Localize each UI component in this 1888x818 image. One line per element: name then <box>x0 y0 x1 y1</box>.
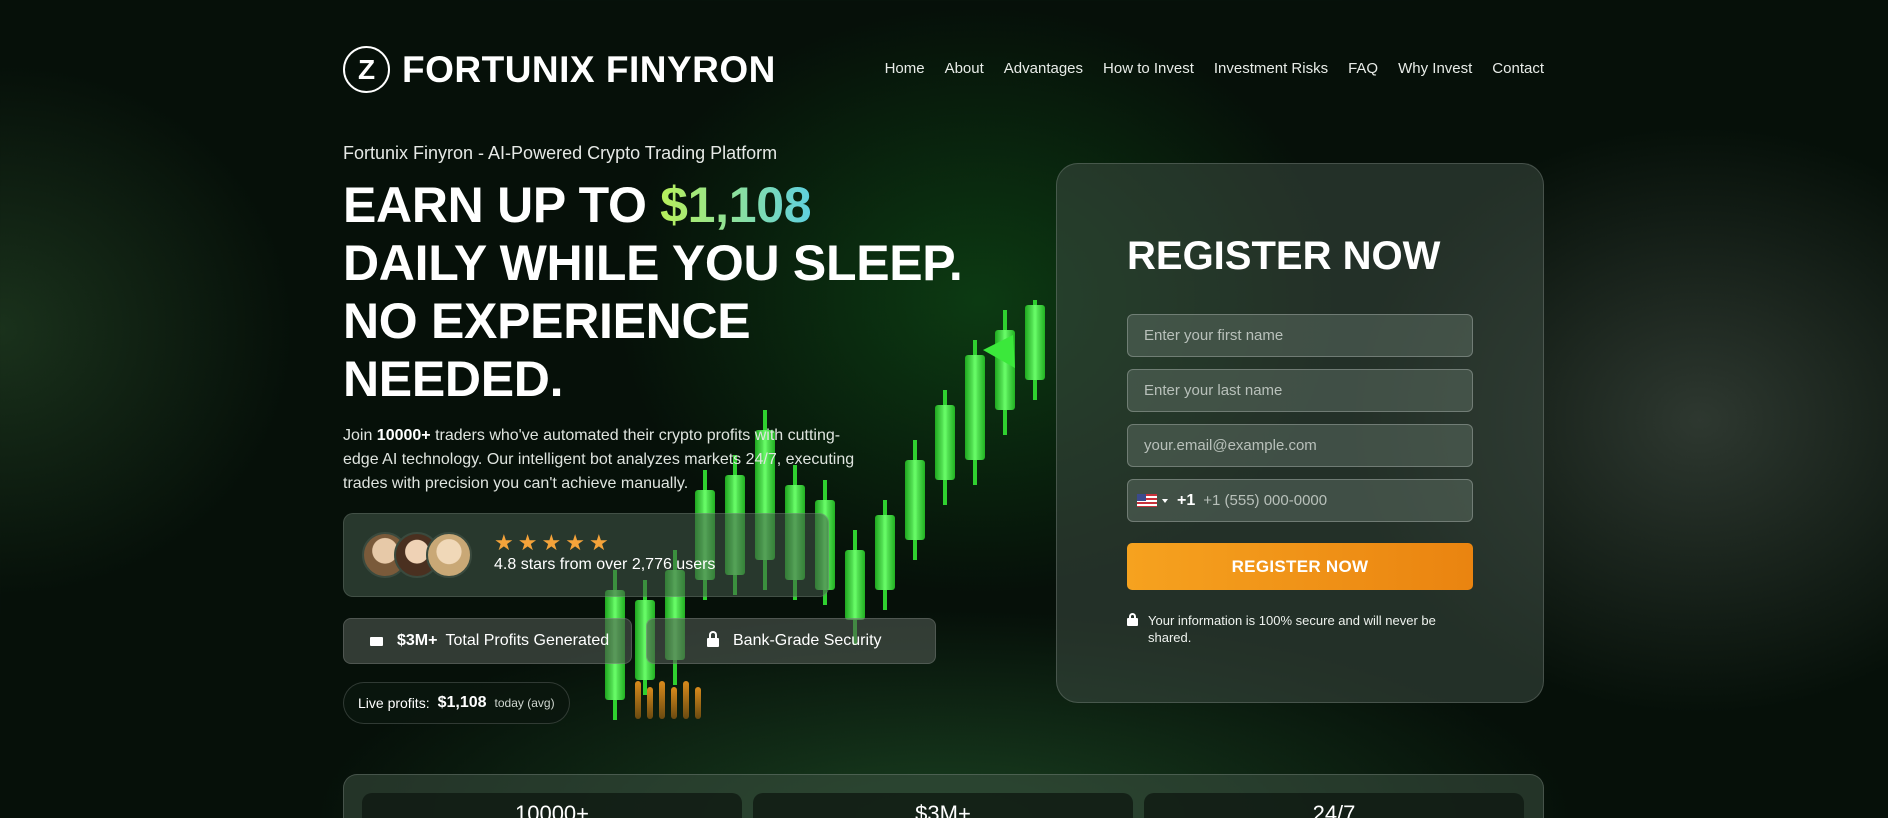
secure-note: Your information is 100% secure and will… <box>1127 612 1457 646</box>
register-form: REGISTER NOW +1 REGISTER NOW Your inform… <box>1056 163 1544 703</box>
nav-faq[interactable]: FAQ <box>1348 60 1378 77</box>
nav-why-invest[interactable]: Why Invest <box>1398 60 1472 77</box>
trader-count: 10000+ <box>376 427 431 444</box>
nav-investment-risks[interactable]: Investment Risks <box>1214 60 1328 77</box>
us-flag-icon <box>1137 494 1157 507</box>
page-container: Z FORTUNIX FINYRON Home About Advantages… <box>343 0 1544 818</box>
volume-bar <box>647 687 653 719</box>
last-name-input[interactable] <box>1127 369 1473 412</box>
chevron-down-icon <box>1162 498 1168 503</box>
star-icon: ★ <box>565 530 585 555</box>
star-icon: ★ <box>588 530 609 555</box>
volume-bar <box>635 681 641 719</box>
rating-text: 4.8 stars from over 2,776 users <box>494 556 716 573</box>
brand-name: FORTUNIX FINYRON <box>402 48 776 90</box>
nav-advantages[interactable]: Advantages <box>1004 60 1083 77</box>
stats-strip: 10000+ $3M+ 24/7 <box>343 774 1544 818</box>
candle-body <box>935 405 955 480</box>
live-sub: today (avg) <box>494 696 555 710</box>
headline-line4: NEEDED. <box>343 351 564 407</box>
star-icon: ★ <box>541 530 562 555</box>
stat-uptime: 24/7 <box>1144 793 1524 818</box>
register-title: REGISTER NOW <box>1127 234 1441 278</box>
live-profits-badge: Live profits: $1,108 today (avg) <box>343 682 570 724</box>
candle-body <box>905 460 925 540</box>
volume-bar <box>659 681 665 719</box>
first-name-input[interactable] <box>1127 314 1473 357</box>
lock-icon <box>707 631 719 647</box>
candle-body <box>1025 305 1045 380</box>
star-icon: ★ <box>494 530 514 555</box>
phone-input[interactable] <box>1195 480 1472 521</box>
star-rating: ★ ★ ★ ★ ★ <box>494 530 609 556</box>
brand[interactable]: Z FORTUNIX FINYRON <box>343 46 776 93</box>
stat-profits: $3M+ <box>753 793 1133 818</box>
brand-logo-icon: Z <box>343 46 390 93</box>
nav-how-to-invest[interactable]: How to Invest <box>1103 60 1194 77</box>
phone-field: +1 <box>1127 479 1473 522</box>
star-icon: ★ <box>517 530 538 555</box>
headline-amount: $1,108 <box>660 177 812 233</box>
hero-eyebrow: Fortunix Finyron - AI-Powered Crypto Tra… <box>343 143 778 163</box>
main-nav: Home About Advantages How to Invest Inve… <box>885 60 1544 77</box>
secure-note-text: Your information is 100% secure and will… <box>1148 613 1436 645</box>
nav-home[interactable]: Home <box>885 60 925 77</box>
volume-bar <box>683 681 689 719</box>
profits-pill: $3M+ Total Profits Generated <box>343 618 632 664</box>
register-button[interactable]: REGISTER NOW <box>1127 543 1473 590</box>
avatar <box>426 532 472 578</box>
lock-icon <box>1127 613 1138 626</box>
nav-about[interactable]: About <box>945 60 984 77</box>
country-selector[interactable] <box>1128 494 1168 507</box>
user-avatars <box>362 532 472 578</box>
credit-card-icon <box>370 636 383 646</box>
profits-value: $3M+ <box>397 632 438 649</box>
nav-contact[interactable]: Contact <box>1492 60 1544 77</box>
candle-body <box>875 515 895 590</box>
volume-bar <box>695 687 701 719</box>
email-input[interactable] <box>1127 424 1473 467</box>
rating-card: ★ ★ ★ ★ ★ 4.8 stars from over 2,776 user… <box>343 513 829 597</box>
live-value: $1,108 <box>437 694 487 711</box>
security-label: Bank-Grade Security <box>733 632 882 649</box>
live-label: Live profits: <box>358 695 430 711</box>
security-pill: Bank-Grade Security <box>646 618 936 664</box>
profits-label: Total Profits Generated <box>445 632 610 649</box>
dial-code: +1 <box>1177 491 1196 509</box>
stat-traders: 10000+ <box>362 793 742 818</box>
hero-description: Join 10000+ traders who've automated the… <box>343 427 855 492</box>
candle-body <box>845 550 865 620</box>
headline-line2: DAILY WHILE YOU SLEEP. <box>343 235 963 291</box>
candle-body <box>965 355 985 460</box>
headline-pre: EARN UP TO <box>343 177 661 233</box>
volume-bar <box>671 687 677 719</box>
